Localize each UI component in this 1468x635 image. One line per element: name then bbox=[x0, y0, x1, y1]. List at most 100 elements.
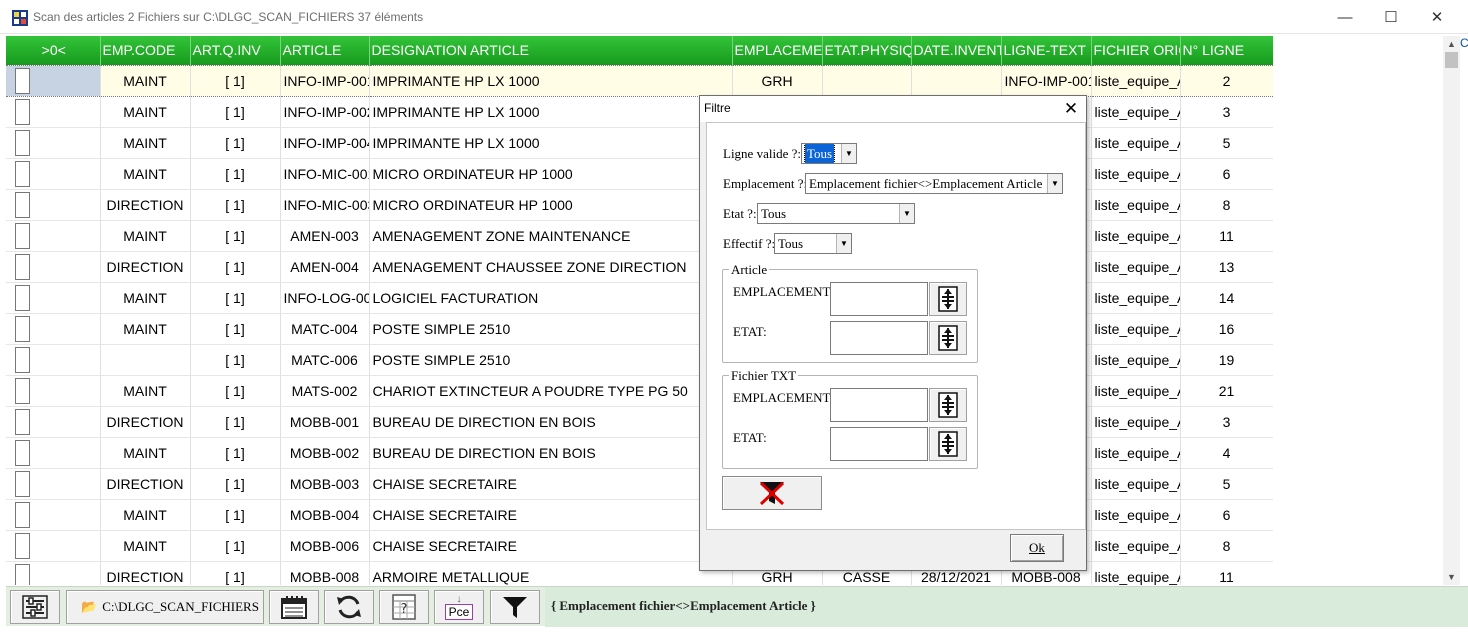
row-checkbox[interactable] bbox=[15, 129, 30, 156]
chevron-down-icon[interactable]: ▼ bbox=[899, 204, 914, 223]
row-checkbox[interactable] bbox=[15, 439, 30, 466]
scroll-down-icon[interactable]: ▼ bbox=[1443, 569, 1460, 585]
cell-fichier: liste_equipe_A_ bbox=[1091, 189, 1181, 221]
row-checkbox-cell[interactable] bbox=[6, 189, 101, 221]
dialog-title-bar: Filtre ✕ bbox=[700, 96, 1086, 122]
article-etat-picker[interactable] bbox=[929, 321, 967, 355]
chevron-down-icon[interactable]: ▼ bbox=[1047, 174, 1062, 193]
cell-emp: MAINT bbox=[100, 64, 191, 97]
row-checkbox[interactable] bbox=[15, 191, 30, 218]
row-checkbox-cell[interactable] bbox=[6, 313, 101, 345]
row-checkbox-cell[interactable] bbox=[6, 406, 101, 438]
row-checkbox[interactable] bbox=[15, 315, 30, 342]
cell-fichier: liste_equipe_A_ bbox=[1091, 127, 1181, 159]
chevron-down-icon[interactable]: ▼ bbox=[841, 144, 856, 163]
vertical-scrollbar[interactable]: ▲ ▼ bbox=[1443, 36, 1460, 585]
refresh-button[interactable] bbox=[324, 590, 374, 624]
column-header[interactable]: EMPLACEMENT bbox=[732, 36, 823, 65]
help-calculator-button[interactable]: ? bbox=[379, 590, 429, 624]
row-checkbox-cell[interactable] bbox=[6, 282, 101, 314]
column-header[interactable]: FICHIER ORIGINE bbox=[1091, 36, 1181, 65]
column-header[interactable]: EMP.CODE bbox=[100, 36, 191, 65]
row-checkbox-cell[interactable] bbox=[6, 499, 101, 531]
row-checkbox[interactable] bbox=[15, 532, 30, 559]
scroll-up-icon[interactable]: ▲ bbox=[1443, 36, 1460, 52]
cell-qty: [ 1] bbox=[190, 406, 281, 438]
pce-button[interactable]: ↓ Pce bbox=[434, 590, 484, 624]
ok-button[interactable]: Ok bbox=[1010, 534, 1064, 562]
cell-designation: IMPRIMANTE HP LX 1000 bbox=[369, 96, 733, 128]
cell-article: MOBB-004 bbox=[280, 499, 370, 531]
column-header[interactable]: ETAT.PHYSIQUE bbox=[822, 36, 912, 65]
column-header[interactable]: N° LIGNE bbox=[1180, 36, 1273, 65]
row-checkbox-cell[interactable] bbox=[6, 530, 101, 562]
row-checkbox[interactable] bbox=[15, 67, 30, 94]
row-checkbox[interactable] bbox=[15, 222, 30, 249]
row-checkbox-cell[interactable] bbox=[6, 561, 101, 585]
column-header[interactable]: >0< bbox=[6, 36, 101, 65]
cell-ligne: 21 bbox=[1180, 375, 1273, 407]
list-select-icon bbox=[938, 431, 958, 457]
row-checkbox[interactable] bbox=[15, 160, 30, 187]
article-emplacement-input[interactable] bbox=[830, 282, 928, 316]
cell-article: INFO-LOG-001 bbox=[280, 282, 370, 314]
clear-filter-button[interactable] bbox=[722, 476, 822, 510]
row-checkbox[interactable] bbox=[15, 377, 30, 404]
fichier-emplacement-input[interactable] bbox=[830, 388, 928, 422]
column-header[interactable]: ART.Q.INV bbox=[190, 36, 281, 65]
column-header[interactable]: DATE.INVENTAIRE bbox=[911, 36, 1002, 65]
emplacement-select[interactable]: Emplacement fichier<>Emplacement Article… bbox=[805, 173, 1063, 194]
cell-designation: MICRO ORDINATEUR HP 1000 bbox=[369, 158, 733, 190]
row-checkbox[interactable] bbox=[15, 501, 30, 528]
row-checkbox[interactable] bbox=[15, 284, 30, 311]
cell-designation: POSTE SIMPLE 2510 bbox=[369, 313, 733, 345]
row-checkbox[interactable] bbox=[15, 98, 30, 125]
cell-ligne: 16 bbox=[1180, 313, 1273, 345]
cell-qty: [ 1] bbox=[190, 64, 281, 97]
minimize-button[interactable]: — bbox=[1322, 0, 1368, 34]
row-checkbox[interactable] bbox=[15, 253, 30, 280]
ligne-valide-label: Ligne valide ?: bbox=[723, 146, 801, 161]
row-checkbox[interactable] bbox=[15, 563, 30, 585]
maximize-button[interactable]: ☐ bbox=[1368, 0, 1414, 34]
row-checkbox[interactable] bbox=[15, 470, 30, 497]
dialog-close-button[interactable]: ✕ bbox=[1060, 98, 1082, 120]
chevron-down-icon[interactable]: ▼ bbox=[836, 234, 851, 253]
filter-button[interactable] bbox=[490, 590, 540, 624]
filter-funnel-icon bbox=[503, 597, 527, 618]
folder-path-button[interactable]: 📂 C:\DLGC_SCAN_FICHIERS bbox=[66, 590, 264, 624]
cell-emp: MAINT bbox=[100, 499, 191, 531]
row-checkbox-cell[interactable] bbox=[6, 468, 101, 500]
row-checkbox-cell[interactable] bbox=[6, 220, 101, 252]
effectif-select[interactable]: Tous ▼ bbox=[774, 233, 852, 254]
cell-qty: [ 1] bbox=[190, 344, 281, 376]
calendar-button[interactable] bbox=[269, 590, 319, 624]
fichier-etat-input[interactable] bbox=[830, 427, 928, 461]
article-etat-input[interactable] bbox=[830, 321, 928, 355]
fichier-etat-picker[interactable] bbox=[929, 427, 967, 461]
row-checkbox-cell[interactable] bbox=[6, 64, 101, 97]
ligne-valide-select[interactable]: Tous ▼ bbox=[801, 143, 857, 164]
table-row[interactable]: MAINT[ 1] INFO-IMP-001 IMPRIMANTE HP LX 10… bbox=[6, 64, 1273, 97]
column-header[interactable]: DESIGNATION ARTICLE bbox=[369, 36, 733, 65]
row-checkbox-cell[interactable] bbox=[6, 158, 101, 190]
article-emplacement-picker[interactable] bbox=[929, 282, 967, 316]
settings-sliders-button[interactable] bbox=[10, 590, 60, 624]
cell-article: MATS-002 bbox=[280, 375, 370, 407]
fichier-emplacement-picker[interactable] bbox=[929, 388, 967, 422]
row-checkbox-cell[interactable] bbox=[6, 96, 101, 128]
cell-fichier: liste_equipe_A_ bbox=[1091, 530, 1181, 562]
row-checkbox-cell[interactable] bbox=[6, 344, 101, 376]
cell-qty: [ 1] bbox=[190, 127, 281, 159]
etat-select[interactable]: Tous ▼ bbox=[757, 203, 915, 224]
column-header[interactable]: LIGNE-TEXT bbox=[1001, 36, 1092, 65]
row-checkbox-cell[interactable] bbox=[6, 437, 101, 469]
row-checkbox-cell[interactable] bbox=[6, 251, 101, 283]
scrollbar-thumb[interactable] bbox=[1445, 52, 1458, 68]
column-header[interactable]: ARTICLE bbox=[280, 36, 370, 65]
row-checkbox[interactable] bbox=[15, 408, 30, 435]
row-checkbox-cell[interactable] bbox=[6, 375, 101, 407]
row-checkbox-cell[interactable] bbox=[6, 127, 101, 159]
row-checkbox[interactable] bbox=[15, 346, 30, 373]
close-button[interactable]: ✕ bbox=[1414, 0, 1460, 34]
